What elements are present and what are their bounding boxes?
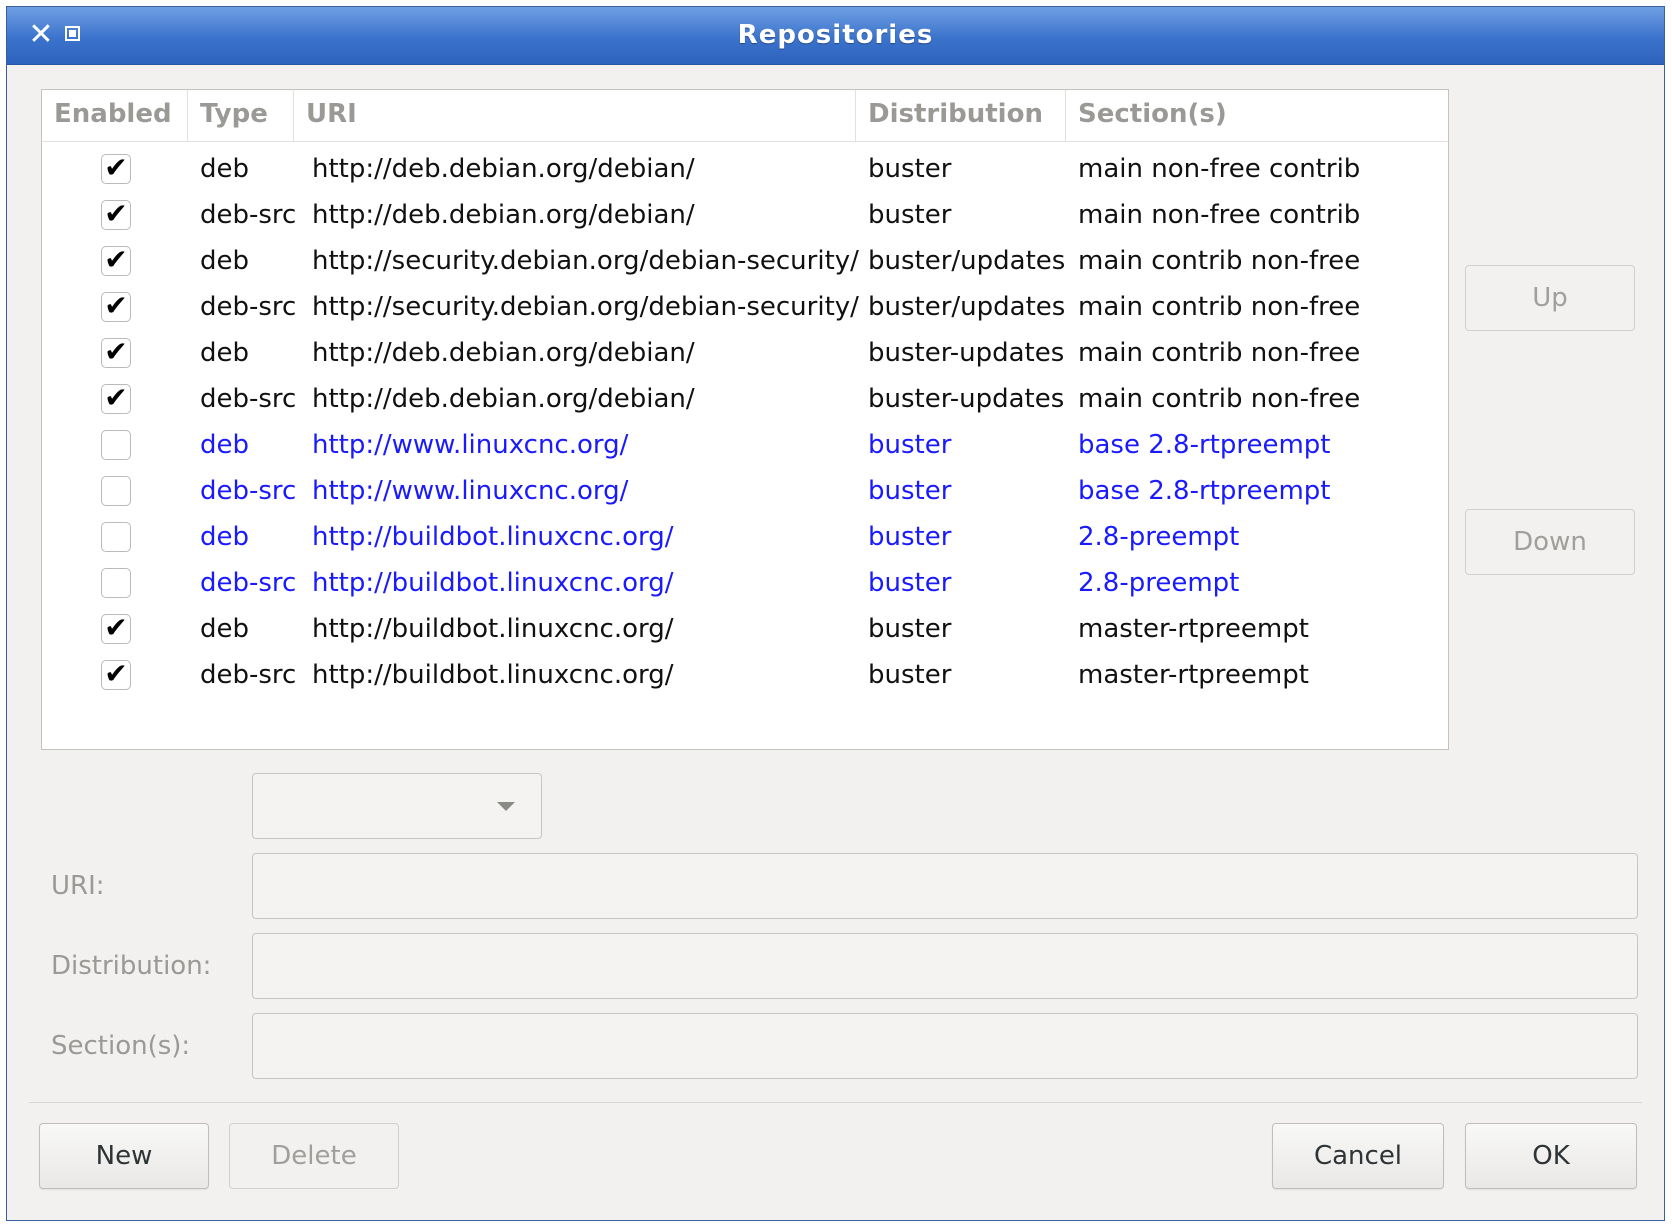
list-header: Enabled Type URI Distribution Section(s) bbox=[42, 90, 1448, 142]
type-cell: deb-src bbox=[200, 660, 297, 690]
uri-cell: http://security.debian.org/debian-securi… bbox=[312, 246, 859, 276]
distribution-cell: buster/updates bbox=[868, 292, 1066, 322]
cancel-button[interactable]: Cancel bbox=[1272, 1123, 1444, 1189]
uri-cell: http://buildbot.linuxcnc.org/ bbox=[312, 614, 674, 644]
enabled-checkbox[interactable] bbox=[101, 430, 131, 460]
uri-cell: http://security.debian.org/debian-securi… bbox=[312, 292, 859, 322]
distribution-cell: buster bbox=[868, 154, 952, 184]
table-row[interactable]: ✔ deb-src http://deb.debian.org/debian/bus… bbox=[42, 192, 1448, 238]
up-button[interactable]: Up bbox=[1465, 265, 1635, 331]
distribution-input[interactable] bbox=[252, 933, 1638, 999]
uri-cell: http://deb.debian.org/debian/ bbox=[312, 338, 695, 368]
sections-cell: master-rtpreempt bbox=[1078, 614, 1309, 644]
uri-cell: http://deb.debian.org/debian/ bbox=[312, 200, 695, 230]
sections-cell: main contrib non-free bbox=[1078, 292, 1361, 322]
window-title: Repositories bbox=[737, 20, 934, 50]
repositories-dialog: ✕ Repositories Enabled Type URI Distribu… bbox=[6, 6, 1665, 1221]
sections-cell: 2.8-preempt bbox=[1078, 522, 1240, 552]
type-cell: deb-src bbox=[200, 200, 297, 230]
enabled-checkbox[interactable]: ✔ bbox=[101, 154, 131, 184]
enabled-checkbox[interactable] bbox=[101, 522, 131, 552]
distribution-cell: buster-updates bbox=[868, 338, 1065, 368]
type-cell: deb bbox=[200, 246, 250, 276]
sections-cell: base 2.8-rtpreempt bbox=[1078, 430, 1331, 460]
enabled-checkbox[interactable]: ✔ bbox=[101, 660, 131, 690]
distribution-cell: buster bbox=[868, 660, 952, 690]
column-header-sections[interactable]: Section(s) bbox=[1066, 90, 1450, 141]
table-row[interactable]: ✔ deb http://security.debian.org/debian-se… bbox=[42, 238, 1448, 284]
table-row[interactable]: deb http://www.linuxcnc.org/buster base 2.… bbox=[42, 422, 1448, 468]
uri-cell: http://deb.debian.org/debian/ bbox=[312, 154, 695, 184]
enabled-checkbox[interactable]: ✔ bbox=[101, 614, 131, 644]
table-row[interactable]: ✔ deb http://deb.debian.org/debian/buster m… bbox=[42, 146, 1448, 192]
table-row[interactable]: ✔ deb http://buildbot.linuxcnc.org/buster m… bbox=[42, 606, 1448, 652]
type-cell: deb bbox=[200, 614, 250, 644]
uri-cell: http://buildbot.linuxcnc.org/ bbox=[312, 568, 674, 598]
repository-list[interactable]: Enabled Type URI Distribution Section(s)… bbox=[41, 89, 1449, 750]
type-cell: deb bbox=[200, 430, 250, 460]
column-header-enabled[interactable]: Enabled bbox=[42, 90, 188, 141]
type-cell: deb-src bbox=[200, 476, 297, 506]
column-header-uri[interactable]: URI bbox=[294, 90, 856, 141]
enabled-checkbox[interactable]: ✔ bbox=[101, 384, 131, 414]
type-cell: deb bbox=[200, 154, 250, 184]
enabled-checkbox[interactable] bbox=[101, 568, 131, 598]
enabled-checkbox[interactable]: ✔ bbox=[101, 292, 131, 322]
distribution-cell: buster bbox=[868, 476, 952, 506]
table-row[interactable]: deb-src http://buildbot.linuxcnc.org/bust… bbox=[42, 560, 1448, 606]
delete-button[interactable]: Delete bbox=[229, 1123, 399, 1189]
table-row[interactable]: ✔ deb-src http://deb.debian.org/debian/bus… bbox=[42, 376, 1448, 422]
uri-input[interactable] bbox=[252, 853, 1638, 919]
sections-label: Section(s): bbox=[51, 1031, 191, 1061]
sections-cell: main contrib non-free bbox=[1078, 246, 1361, 276]
enabled-checkbox[interactable]: ✔ bbox=[101, 338, 131, 368]
table-row[interactable]: deb-src http://www.linuxcnc.org/buster bas… bbox=[42, 468, 1448, 514]
distribution-cell: buster bbox=[868, 522, 952, 552]
sections-cell: master-rtpreempt bbox=[1078, 660, 1309, 690]
sections-cell: main contrib non-free bbox=[1078, 384, 1361, 414]
uri-cell: http://buildbot.linuxcnc.org/ bbox=[312, 522, 674, 552]
uri-cell: http://www.linuxcnc.org/ bbox=[312, 476, 629, 506]
distribution-cell: buster/updates bbox=[868, 246, 1066, 276]
distribution-label: Distribution: bbox=[51, 951, 212, 981]
enabled-checkbox[interactable] bbox=[101, 476, 131, 506]
type-cell: deb-src bbox=[200, 384, 297, 414]
separator bbox=[29, 1102, 1642, 1103]
type-cell: deb-src bbox=[200, 292, 297, 322]
type-cell: deb bbox=[200, 338, 250, 368]
enabled-checkbox[interactable]: ✔ bbox=[101, 200, 131, 230]
enabled-checkbox[interactable]: ✔ bbox=[101, 246, 131, 276]
table-row[interactable]: ✔ deb-src http://buildbot.linuxcnc.org/bus… bbox=[42, 652, 1448, 698]
type-cell: deb-src bbox=[200, 568, 297, 598]
distribution-cell: buster-updates bbox=[868, 384, 1065, 414]
down-button[interactable]: Down bbox=[1465, 509, 1635, 575]
distribution-cell: buster bbox=[868, 568, 952, 598]
distribution-cell: buster bbox=[868, 200, 952, 230]
distribution-cell: buster bbox=[868, 614, 952, 644]
sections-cell: main non-free contrib bbox=[1078, 154, 1361, 184]
type-combo[interactable] bbox=[252, 773, 542, 839]
uri-label: URI: bbox=[51, 871, 105, 901]
sections-cell: main contrib non-free bbox=[1078, 338, 1361, 368]
ok-button[interactable]: OK bbox=[1465, 1123, 1637, 1189]
chevron-down-icon bbox=[497, 802, 515, 811]
type-cell: deb bbox=[200, 522, 250, 552]
table-row[interactable]: deb http://buildbot.linuxcnc.org/buster 2.… bbox=[42, 514, 1448, 560]
table-row[interactable]: ✔ deb http://deb.debian.org/debian/buster-… bbox=[42, 330, 1448, 376]
uri-cell: http://www.linuxcnc.org/ bbox=[312, 430, 629, 460]
uri-cell: http://deb.debian.org/debian/ bbox=[312, 384, 695, 414]
sections-cell: main non-free contrib bbox=[1078, 200, 1361, 230]
column-header-distribution[interactable]: Distribution bbox=[856, 90, 1066, 141]
sections-input[interactable] bbox=[252, 1013, 1638, 1079]
new-button[interactable]: New bbox=[39, 1123, 209, 1189]
titlebar[interactable]: ✕ Repositories bbox=[7, 7, 1664, 65]
distribution-cell: buster bbox=[868, 430, 952, 460]
uri-cell: http://buildbot.linuxcnc.org/ bbox=[312, 660, 674, 690]
sections-cell: base 2.8-rtpreempt bbox=[1078, 476, 1331, 506]
sections-cell: 2.8-preempt bbox=[1078, 568, 1240, 598]
column-header-type[interactable]: Type bbox=[188, 90, 294, 141]
table-row[interactable]: ✔ deb-src http://security.debian.org/debia… bbox=[42, 284, 1448, 330]
